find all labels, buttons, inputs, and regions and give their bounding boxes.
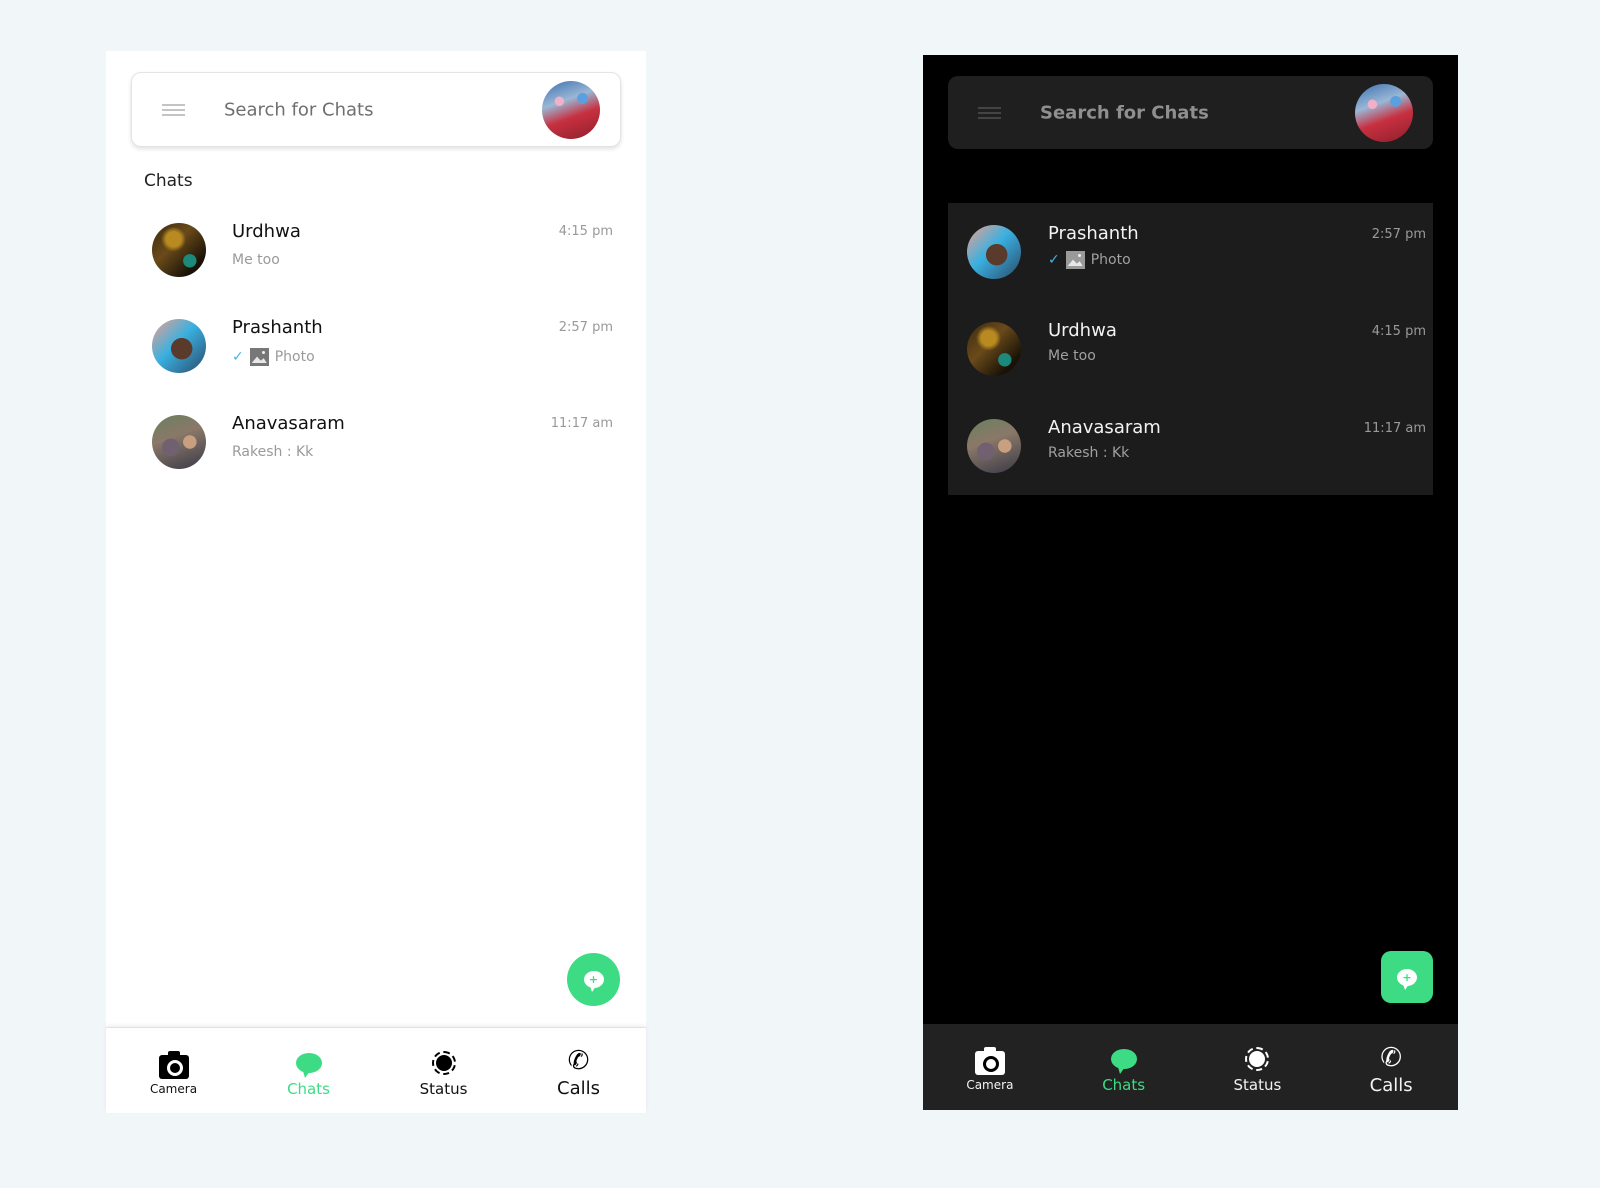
nav-label: Calls — [1369, 1074, 1413, 1096]
bottom-nav: Camera Chats Status ✆ Calls — [106, 1027, 646, 1113]
nav-item-calls[interactable]: ✆ Calls — [511, 1028, 646, 1113]
nav-label: Chats — [287, 1079, 330, 1098]
chat-list-item[interactable]: Prashanth ✓ Photo 2:57 pm — [106, 307, 646, 403]
chat-preview: Me too — [1048, 348, 1096, 364]
chat-bubble-icon — [293, 1048, 325, 1078]
nav-item-camera[interactable]: Camera — [923, 1024, 1057, 1110]
chat-name: Urdhwa — [1048, 320, 1117, 341]
nav-label: Chats — [1102, 1076, 1146, 1094]
chat-list-item[interactable]: Anavasaram Rakesh : Kk 11:17 am — [106, 403, 646, 499]
chat-time: 2:57 pm — [1371, 227, 1426, 242]
avatar — [967, 419, 1021, 473]
avatar — [967, 322, 1021, 376]
phone-icon: ✆ — [1380, 1042, 1403, 1073]
preview-text: Me too — [232, 252, 280, 268]
nav-item-calls[interactable]: ✆ Calls — [1324, 1024, 1458, 1110]
preview-text: Photo — [274, 349, 315, 365]
light-theme-screen: Chats Urdhwa Me too 4:15 pm Prashanth ✓ … — [106, 51, 646, 1113]
chat-preview: Rakesh : Kk — [1048, 445, 1129, 461]
preview-text: Me too — [1048, 348, 1096, 364]
chat-preview: ✓ Photo — [232, 348, 315, 366]
bottom-nav: Camera Chats Status ✆ Calls — [923, 1024, 1458, 1110]
chat-time: 4:15 pm — [558, 224, 613, 239]
chat-list-item[interactable]: Prashanth ✓ Photo 2:57 pm — [948, 203, 1433, 300]
chat-name: Prashanth — [1048, 223, 1139, 244]
profile-avatar[interactable] — [542, 80, 600, 139]
dark-theme-screen: Prashanth ✓ Photo 2:57 pm Urdhwa Me too … — [923, 55, 1458, 1110]
chat-time: 2:57 pm — [558, 320, 613, 335]
nav-item-camera[interactable]: Camera — [106, 1028, 241, 1113]
chat-name: Urdhwa — [232, 221, 301, 242]
nav-item-status[interactable]: Status — [376, 1028, 511, 1113]
chat-time: 11:17 am — [1363, 421, 1426, 436]
nav-item-chats[interactable]: Chats — [1057, 1024, 1191, 1110]
chat-list: Prashanth ✓ Photo 2:57 pm Urdhwa Me too … — [948, 203, 1433, 495]
search-input[interactable] — [1040, 102, 1340, 123]
preview-text: Photo — [1090, 252, 1131, 268]
chat-preview: Me too — [232, 252, 280, 268]
chat-bubble-icon — [1108, 1044, 1140, 1074]
chat-name: Anavasaram — [1048, 417, 1161, 438]
read-tick-icon: ✓ — [232, 349, 244, 365]
chat-preview: ✓ Photo — [1048, 251, 1131, 269]
nav-item-status[interactable]: Status — [1191, 1024, 1325, 1110]
avatar — [152, 319, 206, 373]
status-icon — [428, 1048, 460, 1078]
chat-list: Urdhwa Me too 4:15 pm Prashanth ✓ Photo … — [106, 211, 646, 499]
section-title: Chats — [144, 171, 193, 191]
nav-label: Calls — [557, 1078, 600, 1099]
avatar — [967, 225, 1021, 279]
camera-icon — [974, 1046, 1006, 1076]
status-icon — [1241, 1044, 1273, 1074]
camera-icon — [158, 1050, 190, 1080]
menu-icon[interactable] — [162, 104, 185, 115]
photo-icon — [1065, 251, 1085, 269]
nav-label: Status — [419, 1079, 468, 1098]
preview-text: Rakesh : Kk — [1048, 445, 1130, 461]
profile-avatar[interactable] — [1355, 83, 1413, 142]
read-tick-icon: ✓ — [1048, 252, 1060, 268]
chat-list-item[interactable]: Urdhwa Me too 4:15 pm — [948, 300, 1433, 397]
chat-name: Prashanth — [232, 317, 323, 338]
phone-icon: ✆ — [567, 1046, 590, 1076]
new-chat-button[interactable]: + — [567, 953, 620, 1006]
avatar — [152, 223, 206, 277]
nav-item-chats[interactable]: Chats — [241, 1028, 376, 1113]
chat-list-item[interactable]: Urdhwa Me too 4:15 pm — [106, 211, 646, 307]
chat-preview: Rakesh : Kk — [232, 444, 313, 460]
chat-name: Anavasaram — [232, 413, 345, 434]
photo-icon — [249, 348, 269, 366]
nav-label: Status — [1233, 1076, 1282, 1094]
preview-text: Rakesh : Kk — [232, 444, 314, 460]
search-bar[interactable] — [948, 76, 1433, 149]
menu-icon[interactable] — [978, 107, 1001, 118]
chat-time: 11:17 am — [550, 416, 613, 431]
new-chat-button[interactable]: + — [1381, 951, 1433, 1003]
search-input[interactable] — [224, 99, 524, 120]
nav-label: Camera — [966, 1078, 1014, 1092]
nav-label: Camera — [149, 1081, 198, 1096]
chat-list-item[interactable]: Anavasaram Rakesh : Kk 11:17 am — [948, 397, 1433, 494]
avatar — [152, 415, 206, 469]
search-bar[interactable] — [131, 72, 621, 147]
new-chat-icon: + — [1397, 968, 1417, 990]
chat-time: 4:15 pm — [1371, 324, 1426, 339]
new-chat-icon: + — [583, 971, 604, 992]
